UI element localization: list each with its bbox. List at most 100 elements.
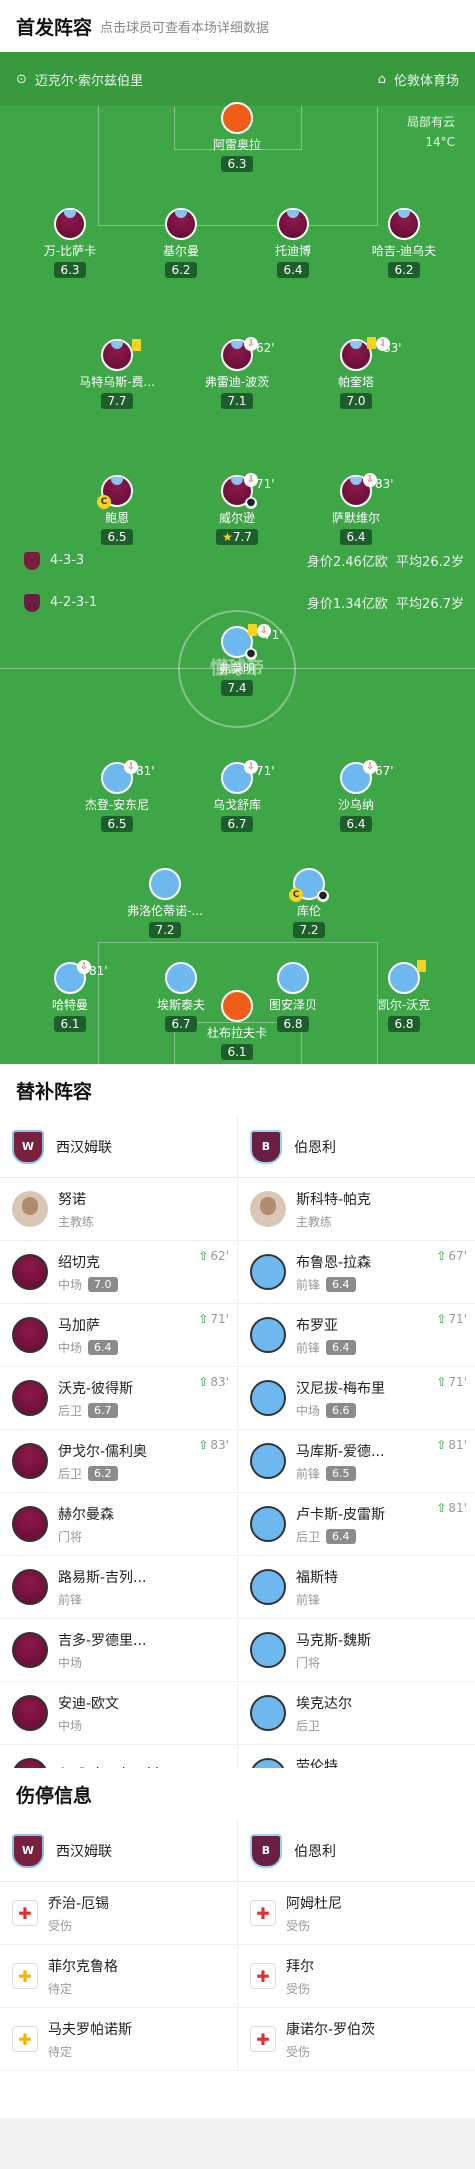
player-rating: 6.2	[165, 262, 197, 278]
away-injured-player[interactable]: ✚ 拜尔 受伤	[238, 1945, 475, 2007]
sub-row: 路易斯-吉列... 前锋 福斯特 前锋	[0, 1556, 475, 1619]
player-avatar	[250, 1254, 286, 1290]
player-away-rw[interactable]: ⇩ 81' 杰登-安东尼 6.5	[52, 760, 182, 832]
away-sub-player[interactable]: 埃克达尔 后卫	[238, 1682, 475, 1744]
sub-player-rating: 7.0	[88, 1276, 118, 1292]
sub-player-position-row: 后卫 6.2	[58, 1465, 147, 1482]
medical-cross-icon: ✚	[12, 1963, 38, 1989]
away-sub-player[interactable]: 马克斯-魏斯 门将	[238, 1619, 475, 1681]
home-value: 身价2.46亿欧	[306, 555, 388, 570]
player-avatar	[12, 1506, 48, 1542]
player-away-dm2[interactable]: C ● 库伦 7.2	[244, 868, 374, 938]
pitch: ⊙ 迈克尔·索尔兹伯里 ⌂ 伦敦体育场 局部有云 14°C 懂球帝 阿雷奥拉 6.3…	[0, 52, 475, 1064]
star-icon: ★	[222, 530, 233, 544]
player-home-cm2[interactable]: ⇩ 62' 弗雷迪-波茨 7.1	[172, 337, 302, 409]
home-sub-player[interactable]: 沃克-彼得斯 后卫 6.7 ⇧ 83'	[0, 1367, 238, 1429]
player-avatar	[149, 868, 181, 900]
sub-player-name: 路易斯-吉列...	[58, 1569, 147, 1586]
away-formation: 4-2-3-1	[50, 595, 98, 610]
home-sub-player[interactable]: 吉多-罗德里... 中场	[0, 1619, 238, 1681]
injured-player-name: 马夫罗帕诺斯	[48, 2021, 132, 2038]
player-avatar: ⇩	[340, 473, 377, 507]
away-sub-player[interactable]: 布鲁恩-拉森 前锋 6.4 ⇧ 67'	[238, 1241, 475, 1303]
player-home-cm1[interactable]: 马特乌斯-费... 7.7	[52, 339, 182, 409]
home-crest-icon: W	[12, 1129, 44, 1164]
goal-ball-icon: ●	[317, 890, 329, 902]
referee-name: 迈克尔·索尔兹伯里	[34, 73, 144, 89]
sub-player-position: 门将	[296, 1655, 321, 1670]
home-sub-player[interactable]: 伊戈尔-儒利奥 后卫 6.2 ⇧ 83'	[0, 1430, 238, 1492]
player-rating: 7.7	[232, 530, 252, 544]
sub-player-position: 后卫	[296, 1529, 321, 1544]
sub-player-position: 前锋	[296, 1592, 321, 1607]
player-away-am[interactable]: ⇩ 71' 乌戈舒库 6.7	[172, 760, 302, 832]
home-sub-player[interactable]: 路易斯-吉列... 前锋	[0, 1556, 238, 1618]
player-away-lw[interactable]: ⇩ 67' 沙乌纳 6.4	[291, 760, 421, 832]
away-sub-player[interactable]: 马库斯-爱德... 前锋 6.5 ⇧ 81'	[238, 1430, 475, 1492]
sub-time: 67'	[448, 1249, 467, 1263]
player-home-lb[interactable]: 哈吉-迪乌夫 6.2	[339, 208, 469, 278]
player-home-cb1[interactable]: 基尔曼 6.2	[116, 208, 246, 278]
home-injured-player[interactable]: ✚ 马夫罗帕诺斯 待定	[0, 2008, 238, 2070]
player-avatar	[12, 1632, 48, 1668]
injury-team-header: W 西汉姆联 B 伯恩利	[0, 1820, 475, 1882]
player-away-st[interactable]: ⇩ ● 71' 弗莱明 7.4	[172, 624, 302, 696]
home-injured-player[interactable]: ✚ 菲尔克鲁格 待定	[0, 1945, 238, 2007]
home-sub-player[interactable]: 马加萨 中场 6.4 ⇧ 71'	[0, 1304, 238, 1366]
away-sub-player[interactable]: 卢卡斯-皮雷斯 后卫 6.4 ⇧ 81'	[238, 1493, 475, 1555]
sub-player-rating: 6.5	[326, 1465, 356, 1481]
player-away-lb[interactable]: 凯尔-沃克 6.8	[339, 960, 469, 1032]
sub-player-position-row: 后卫 6.7	[58, 1402, 133, 1419]
sub-on-icon: ⇧	[198, 1375, 209, 1389]
sub-on-icon: ⇧	[436, 1375, 447, 1389]
player-away-gk[interactable]: 杜布拉夫卡 6.1	[172, 990, 302, 1060]
home-sub-player[interactable]: 赫尔曼森 门将	[0, 1493, 238, 1555]
sub-player-name: 布罗亚	[296, 1317, 338, 1334]
lineup-title: 首发阵容	[16, 16, 93, 39]
sub-player-position-row: 前锋 6.4	[296, 1276, 371, 1293]
away-injured-player[interactable]: ✚ 阿姆杜尼 受伤	[238, 1882, 475, 1944]
away-crest-icon: B	[250, 1833, 282, 1868]
home-crest-icon: W	[12, 1833, 44, 1868]
sub-time-group: ⇧ 62'	[198, 1249, 229, 1263]
home-sub-player[interactable]: 安迪-欧文 中场	[0, 1682, 238, 1744]
player-home-st[interactable]: ⇩ ● 71' 威尔逊 ★7.7	[172, 473, 302, 545]
sub-player-position: 后卫	[58, 1466, 83, 1481]
sub-time-group: ⇧ 71'	[198, 1312, 229, 1326]
sub-player-position: 中场	[58, 1655, 83, 1670]
sub-player-rating: 6.7	[88, 1402, 118, 1418]
player-avatar	[101, 339, 141, 371]
player-name: 萨默维尔	[331, 511, 380, 525]
player-avatar	[12, 1695, 48, 1731]
away-injured-player[interactable]: ✚ 康诺尔-罗伯茨 受伤	[238, 2008, 475, 2070]
player-name: 杰登-安东尼	[84, 798, 150, 812]
player-away-dm1[interactable]: 弗洛伦蒂诺-... 7.2	[100, 868, 230, 938]
home-coach[interactable]: 努诺 主教练	[0, 1178, 238, 1240]
player-home-rw[interactable]: C 鲍恩 6.5	[52, 475, 182, 545]
medical-cross-icon: ✚	[12, 2026, 38, 2052]
player-name: 弗莱明	[218, 662, 255, 676]
away-sub-player[interactable]: 布罗亚 前锋 6.4 ⇧ 71'	[238, 1304, 475, 1366]
home-team-name: 西汉姆联	[56, 1843, 112, 1860]
sub-player-name: 汉尼拔-梅布里	[296, 1380, 386, 1397]
player-home-gk[interactable]: 阿雷奥拉 6.3	[172, 102, 302, 172]
sub-row: 沃克-彼得斯 后卫 6.7 ⇧ 83' 汉尼拔-梅布里 中场 6.6 ⇧ 71'	[0, 1367, 475, 1430]
player-rating: 7.0	[340, 393, 372, 409]
player-rating: 6.4	[340, 816, 372, 832]
sub-on-icon: ⇧	[198, 1249, 209, 1263]
player-rating: 6.8	[388, 1016, 420, 1032]
sub-player-position: 前锋	[296, 1340, 321, 1355]
injury-status: 待定	[48, 2044, 73, 2059]
home-injured-player[interactable]: ✚ 乔治-厄锡 受伤	[0, 1882, 238, 1944]
player-home-lw[interactable]: ⇩ 83' 萨默维尔 6.4	[291, 473, 421, 545]
home-sub-player[interactable]: 绍切克 中场 7.0 ⇧ 62'	[0, 1241, 238, 1303]
sub-time: 83'	[375, 477, 394, 491]
sub-time: 71'	[448, 1312, 467, 1326]
away-sub-player[interactable]: 汉尼拔-梅布里 中场 6.6 ⇧ 71'	[238, 1367, 475, 1429]
player-name: 凯尔-沃克	[377, 998, 431, 1012]
stadium-icon: ⌂	[377, 71, 386, 87]
away-sub-player[interactable]: 福斯特 前锋	[238, 1556, 475, 1618]
away-coach[interactable]: 斯科特-帕克 主教练	[238, 1178, 475, 1240]
player-home-cm3[interactable]: ⇩ 83' 帕奎塔 7.0	[291, 337, 421, 409]
captain-icon: C	[289, 888, 303, 902]
